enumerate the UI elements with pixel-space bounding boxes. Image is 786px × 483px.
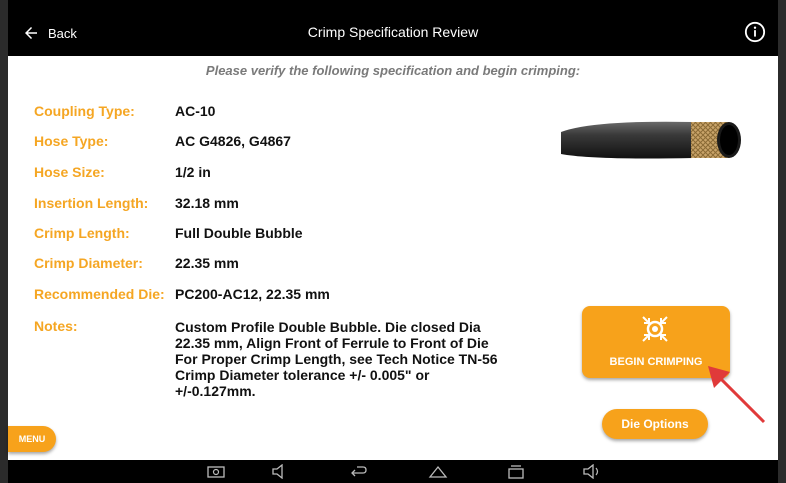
info-icon[interactable] — [744, 21, 766, 43]
spec-label: Crimp Diameter: — [34, 255, 143, 271]
notes-text: Custom Profile Double Bubble. Die closed… — [175, 319, 498, 399]
volume-up-icon[interactable] — [582, 464, 602, 479]
menu-button[interactable]: MENU — [8, 426, 56, 452]
android-nav-bar — [8, 460, 778, 483]
status-bar — [8, 0, 778, 12]
left-bezel — [0, 0, 8, 483]
spec-label: Insertion Length: — [34, 195, 149, 211]
volume-down-icon[interactable] — [270, 464, 290, 479]
app-header: Back Crimp Specification Review — [8, 12, 778, 56]
right-bezel — [778, 0, 786, 483]
spec-value: AC G4826, G4867 — [175, 133, 291, 149]
spec-value: PC200-AC12, 22.35 mm — [175, 286, 330, 302]
die-options-button[interactable]: Die Options — [602, 409, 708, 439]
red-arrow-annotation — [708, 366, 766, 424]
spec-label: Notes: — [34, 318, 78, 334]
hose-image — [561, 121, 741, 159]
back-nav-icon[interactable] — [348, 464, 368, 479]
spec-value: AC-10 — [175, 103, 216, 119]
screenshot-icon[interactable] — [206, 464, 226, 479]
instruction-text: Please verify the following specificatio… — [205, 63, 581, 78]
spec-label: Hose Size: — [34, 164, 105, 180]
spec-label: Coupling Type: — [34, 103, 135, 119]
app-screen: Back Crimp Specification Review Please v… — [0, 0, 786, 483]
home-nav-icon[interactable] — [428, 464, 448, 479]
spec-value: 1/2 in — [175, 164, 211, 180]
recent-apps-icon[interactable] — [506, 464, 526, 479]
spec-value: Full Double Bubble — [175, 225, 303, 241]
spec-label: Crimp Length: — [34, 225, 130, 241]
crimp-icon — [642, 316, 668, 342]
spec-value: 22.35 mm — [175, 255, 239, 271]
spec-label: Recommended Die: — [34, 286, 165, 302]
spec-label: Hose Type: — [34, 133, 109, 149]
spec-value: 32.18 mm — [175, 195, 239, 211]
page-title: Crimp Specification Review — [307, 24, 479, 40]
